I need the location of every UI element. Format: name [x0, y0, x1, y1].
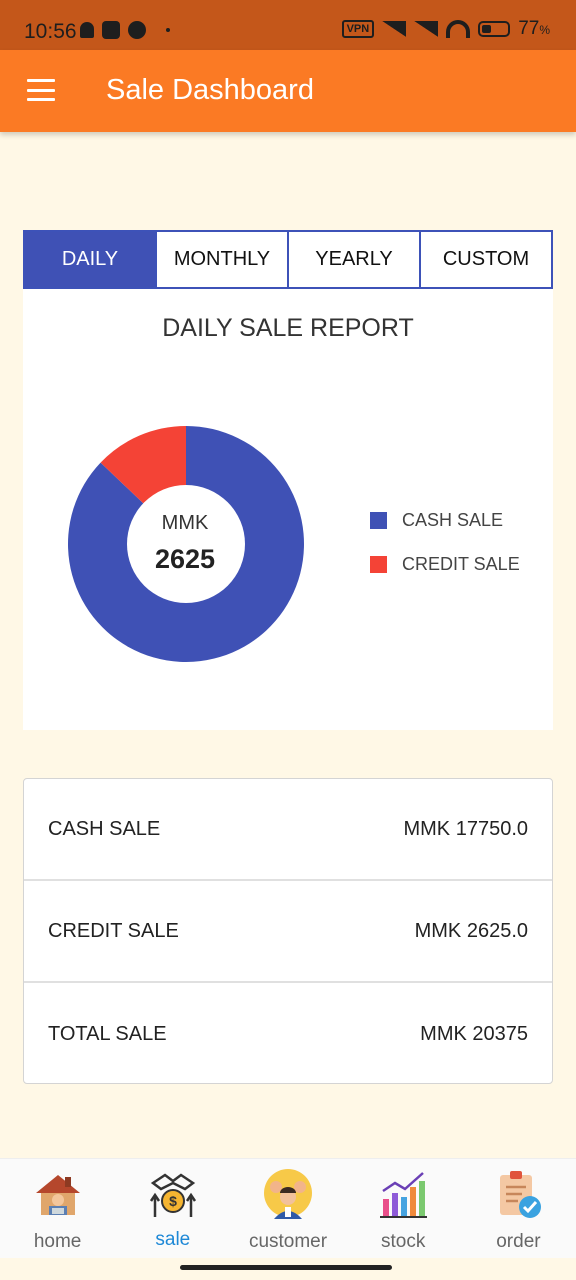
- signal-icon: [382, 21, 407, 37]
- summary-value: MMK 2625.0: [414, 919, 528, 942]
- legend-item-cash-sale: CASH SALE: [370, 498, 520, 542]
- sale-report-card: DAILY SALE REPORT MMK 2625 CASH SALE CRE…: [23, 289, 553, 730]
- notification-icons: [80, 21, 170, 39]
- summary-row-cash: CASH SALE MMK 17750.0: [24, 779, 552, 881]
- summary-value: MMK 17750.0: [403, 817, 528, 840]
- summary-value: MMK 20375: [420, 1022, 528, 1045]
- more-notifications-icon: [166, 28, 170, 32]
- tab-monthly[interactable]: MONTHLY: [155, 230, 289, 289]
- tab-custom[interactable]: CUSTOM: [419, 230, 553, 289]
- nav-label: home: [33, 1231, 82, 1252]
- nav-home[interactable]: home: [0, 1159, 115, 1258]
- svg-text:$: $: [169, 1193, 177, 1209]
- legend-swatch-credit: [370, 555, 387, 573]
- donut-center-unit: MMK: [161, 512, 209, 534]
- tab-yearly[interactable]: YEARLY: [287, 230, 421, 289]
- bell-icon: [80, 22, 94, 38]
- summary-row-credit: CREDIT SALE MMK 2625.0: [24, 881, 552, 983]
- legend-label-cash: CASH SALE: [402, 509, 504, 530]
- battery-percent: 77%: [518, 18, 550, 39]
- report-title: DAILY SALE REPORT: [162, 314, 414, 342]
- order-icon: [500, 1171, 542, 1218]
- period-tabs: DAILY MONTHLY YEARLY CUSTOM: [23, 230, 553, 289]
- status-bar: 10:56 VPN 77%: [0, 0, 576, 50]
- battery-icon: [478, 21, 511, 37]
- legend-swatch-cash: [370, 511, 387, 529]
- summary-label: TOTAL SALE: [48, 1022, 167, 1045]
- home-icon: [35, 1175, 80, 1215]
- sale-summary-card: CASH SALE MMK 17750.0 CREDIT SALE MMK 26…: [23, 778, 553, 1084]
- tab-daily[interactable]: DAILY: [23, 230, 157, 289]
- app-notification-icon: [128, 21, 146, 39]
- legend-label-credit: CREDIT SALE: [402, 553, 520, 574]
- summary-label: CREDIT SALE: [48, 919, 179, 942]
- nav-stock[interactable]: stock: [346, 1159, 461, 1258]
- bottom-navigation: home $ sale customer stock order: [0, 1158, 576, 1258]
- nav-label: order: [496, 1231, 541, 1252]
- stock-icon: [380, 1172, 428, 1218]
- customer-icon: [264, 1169, 312, 1219]
- nav-customer[interactable]: customer: [230, 1159, 345, 1258]
- legend-item-credit-sale: CREDIT SALE: [370, 542, 520, 586]
- system-icons: VPN 77%: [341, 18, 550, 40]
- page-title: Sale Dashboard: [106, 74, 314, 106]
- status-time: 10:56: [24, 20, 77, 43]
- sale-icon: $: [149, 1173, 196, 1217]
- nav-order[interactable]: order: [461, 1159, 576, 1258]
- nav-sale[interactable]: $ sale: [115, 1159, 230, 1258]
- mail-app-icon: [102, 21, 120, 39]
- donut-center-value: 2625: [154, 544, 216, 574]
- nav-label: customer: [248, 1231, 328, 1252]
- vpn-icon: VPN: [341, 20, 375, 38]
- hamburger-menu-icon[interactable]: [27, 79, 55, 101]
- summary-row-total: TOTAL SALE MMK 20375: [24, 983, 552, 1085]
- wifi-icon: [446, 20, 471, 38]
- signal-icon-2: [414, 21, 439, 37]
- nav-label: stock: [381, 1231, 426, 1252]
- chart-legend: CASH SALE CREDIT SALE: [370, 498, 520, 586]
- nav-label: sale: [155, 1229, 191, 1250]
- gesture-home-bar[interactable]: [180, 1265, 392, 1270]
- app-bar: Sale Dashboard: [0, 50, 576, 132]
- summary-label: CASH SALE: [48, 817, 161, 840]
